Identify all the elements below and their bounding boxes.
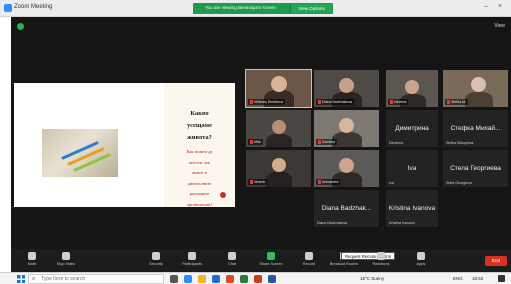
participant-name: Nevena	[394, 100, 407, 104]
end-meeting-button[interactable]: End	[485, 256, 507, 266]
share-banner-text: You are viewing Велизара's screen	[205, 5, 276, 10]
participant-name: Stefka M.	[451, 100, 467, 104]
apps-icon	[417, 252, 425, 260]
participant-video-tile[interactable]: Diana Badzhakova	[314, 70, 379, 107]
participant-name: Diana Badzhakova	[317, 221, 348, 225]
participant-video-tile[interactable]: Nevena	[386, 70, 438, 107]
zoom-app-icon[interactable]	[184, 275, 192, 283]
participant-video-tile[interactable]: Velizara Dimitrova	[245, 69, 312, 108]
share-arrow-icon	[267, 252, 275, 260]
slide-text-panel: Какво усещаме живота? Как можем да внесе…	[164, 83, 235, 207]
participant-name: Kristina Ivanova	[389, 221, 415, 225]
participant-name-tile[interactable]: Iva Iva	[386, 150, 438, 187]
chat-button[interactable]: Chat	[217, 252, 247, 266]
participant-name: Antoaneta	[322, 180, 339, 184]
participant-name: Vesela	[254, 180, 265, 184]
participant-name: Iva	[389, 181, 394, 185]
microphone-icon	[28, 252, 36, 260]
participants-button[interactable]: Participants	[177, 252, 207, 266]
participant-display-name: Iva	[407, 164, 417, 172]
participant-name-tile[interactable]: Стефка Михай... Stefka Mihaylova	[443, 110, 508, 147]
shield-icon	[152, 252, 160, 260]
zoom-logo-icon	[4, 4, 12, 12]
app-title: Zoom Meeting	[14, 4, 53, 10]
mute-button[interactable]: Mute	[17, 252, 47, 266]
share-screen-button[interactable]: Share Screen	[256, 252, 286, 266]
slide-subtitle: Как можем да внесем лек живот в дигиталн…	[186, 149, 213, 207]
participant-name: Velizara Dimitrova	[254, 100, 283, 104]
shield-icon[interactable]	[17, 23, 24, 30]
windows-start-icon[interactable]	[17, 275, 25, 283]
participant-name: Mila	[254, 140, 261, 144]
window-titlebar: Zoom Meeting You are viewing Велизара's …	[0, 0, 511, 17]
participant-video-tile[interactable]: Stefka M.	[443, 70, 508, 107]
chrome-icon[interactable]	[226, 275, 234, 283]
participant-video-tile[interactable]: Vesela	[246, 150, 311, 187]
search-icon: ⌕	[32, 276, 36, 282]
pen-image	[73, 152, 111, 173]
slide-photo	[42, 129, 118, 177]
shared-slide: Какво усещаме живота? Как можем да внесе…	[14, 83, 235, 207]
weather-widget[interactable]: 16°C Sunny	[360, 276, 384, 281]
excel-icon[interactable]	[240, 275, 248, 283]
chat-bubble-icon	[228, 252, 236, 260]
record-icon	[305, 252, 313, 260]
clock[interactable]: 16:52	[472, 276, 483, 281]
stop-video-button[interactable]: Stop Video	[51, 252, 81, 266]
apps-button[interactable]: Apps	[406, 252, 436, 266]
search-input[interactable]	[41, 275, 161, 283]
camera-icon	[62, 252, 70, 260]
record-button[interactable]: Record	[294, 252, 324, 266]
file-explorer-icon[interactable]	[198, 275, 206, 283]
participant-display-name: Димитрина	[395, 124, 429, 132]
security-button[interactable]: Security	[141, 252, 171, 266]
meeting-area: View Какво усещаме живота? Как можем да …	[11, 17, 511, 249]
participant-name: Dimitrina	[389, 141, 404, 145]
people-icon	[188, 252, 196, 260]
participant-name-tile[interactable]: Kristina Ivanova Kristina Ivanova	[386, 190, 438, 227]
participant-name-tile[interactable]: Стела Георгиева Stela Georgieva	[443, 150, 508, 187]
task-view-icon[interactable]	[170, 275, 178, 283]
edge-browser-icon[interactable]	[212, 275, 220, 283]
slide-bullet	[220, 192, 226, 198]
view-mode-button[interactable]: View	[494, 23, 505, 29]
participant-name: Zornitsa	[322, 140, 335, 144]
participant-name-tile[interactable]: Diana Badzhak... Diana Badzhakova	[314, 190, 379, 227]
participant-name: Stefka Mihaylova	[446, 141, 474, 145]
smiley-icon	[377, 252, 385, 260]
close-button[interactable]: ×	[498, 3, 502, 10]
participant-video-tile[interactable]: Antoaneta	[314, 150, 379, 187]
reactions-button[interactable]: Reactions	[366, 252, 396, 266]
taskbar-search[interactable]: ⌕	[28, 274, 164, 284]
slide-title: Какво усещаме живота?	[187, 110, 212, 141]
minimize-button[interactable]: –	[484, 3, 488, 10]
screen-share-banner: You are viewing Велизара's screen View O…	[193, 3, 333, 14]
word-icon[interactable]	[268, 275, 276, 283]
participant-video-tile[interactable]: Zornitsa	[314, 110, 379, 147]
participant-name: Diana Badzhakova	[322, 100, 353, 104]
participant-display-name: Kristina Ivanova	[388, 204, 436, 212]
notification-icon[interactable]	[498, 275, 505, 282]
participant-display-name: Стефка Михай...	[450, 124, 501, 132]
powerpoint-icon[interactable]	[254, 275, 262, 283]
windows-taskbar: ⌕ 16°C Sunny ENG 16:52	[0, 272, 511, 284]
participant-name: Stela Georgieva	[446, 181, 472, 185]
view-options-button[interactable]: View Options	[290, 4, 332, 13]
language-indicator[interactable]: ENG	[453, 276, 463, 281]
meeting-toolbar: Mute Stop Video Security Participants Ch…	[11, 249, 511, 272]
participant-name-tile[interactable]: Димитрина Dimitrina	[386, 110, 438, 147]
participant-video-tile[interactable]: Mila	[246, 110, 311, 147]
participant-display-name: Diana Badzhak...	[321, 204, 372, 212]
participant-display-name: Стела Георгиева	[450, 164, 501, 172]
